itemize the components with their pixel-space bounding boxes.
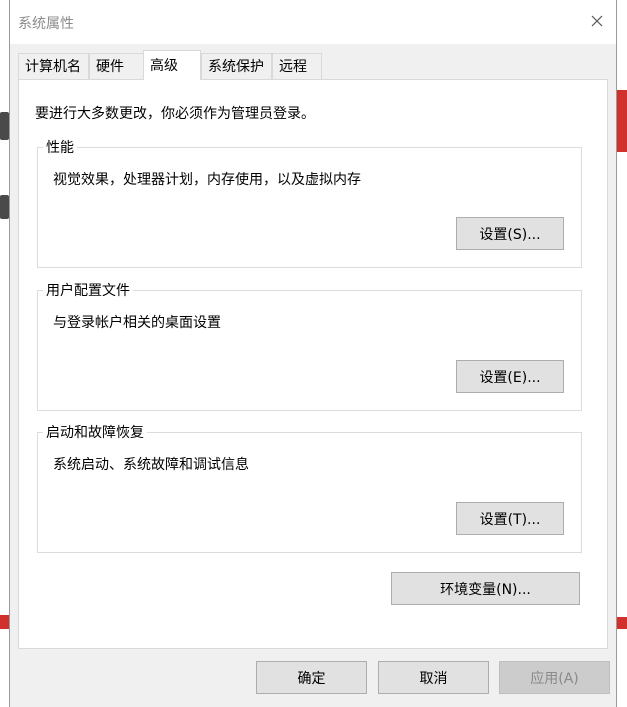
performance-description: 视觉效果，处理器计划，内存使用，以及虚拟内存: [53, 172, 361, 188]
environment-variables-button[interactable]: 环境变量(N)...: [391, 572, 580, 605]
startup-recovery-description: 系统启动、系统故障和调试信息: [53, 457, 249, 473]
window-title: 系统属性: [18, 16, 74, 32]
background-glyph: [0, 195, 9, 219]
background-window-left: [0, 0, 9, 707]
background-glyph: [0, 112, 9, 140]
user-profiles-group: 用户配置文件 与登录帐户相关的桌面设置 设置(E)...: [37, 280, 582, 411]
ok-button[interactable]: 确定: [256, 661, 367, 694]
performance-group: 性能 视觉效果，处理器计划，内存使用，以及虚拟内存 设置(S)...: [37, 137, 582, 268]
admin-note: 要进行大多数更改，你必须作为管理员登录。: [35, 106, 315, 122]
apply-button[interactable]: 应用(A): [499, 661, 610, 694]
user-profiles-settings-button[interactable]: 设置(E)...: [456, 360, 564, 393]
performance-settings-button[interactable]: 设置(S)...: [456, 217, 564, 250]
tab-system-protection[interactable]: 系统保护: [201, 53, 272, 79]
tab-computer-name[interactable]: 计算机名: [18, 53, 89, 79]
user-profiles-description: 与登录帐户相关的桌面设置: [53, 315, 221, 331]
cancel-button[interactable]: 取消: [378, 661, 489, 694]
title-bar[interactable]: 系统属性: [10, 0, 616, 44]
user-profiles-group-title: 用户配置文件: [43, 280, 133, 300]
tab-hardware[interactable]: 硬件: [89, 53, 144, 79]
startup-recovery-settings-button[interactable]: 设置(T)...: [456, 502, 564, 535]
background-red-accent: [0, 615, 9, 629]
startup-recovery-group: 启动和故障恢复 系统启动、系统故障和调试信息 设置(T)...: [37, 422, 582, 553]
tab-advanced[interactable]: 高级: [143, 50, 201, 80]
background-red-accent: [617, 90, 627, 152]
tab-remote[interactable]: 远程: [272, 53, 322, 79]
performance-group-title: 性能: [43, 137, 77, 157]
close-button[interactable]: [584, 8, 610, 34]
background-red-accent: [617, 617, 627, 629]
close-icon: [591, 15, 603, 27]
system-properties-dialog: 系统属性 计算机名 硬件 高级 系统保护 远程 要进行大多数更改，你必须作为管理…: [9, 0, 617, 707]
startup-recovery-group-title: 启动和故障恢复: [43, 422, 147, 442]
